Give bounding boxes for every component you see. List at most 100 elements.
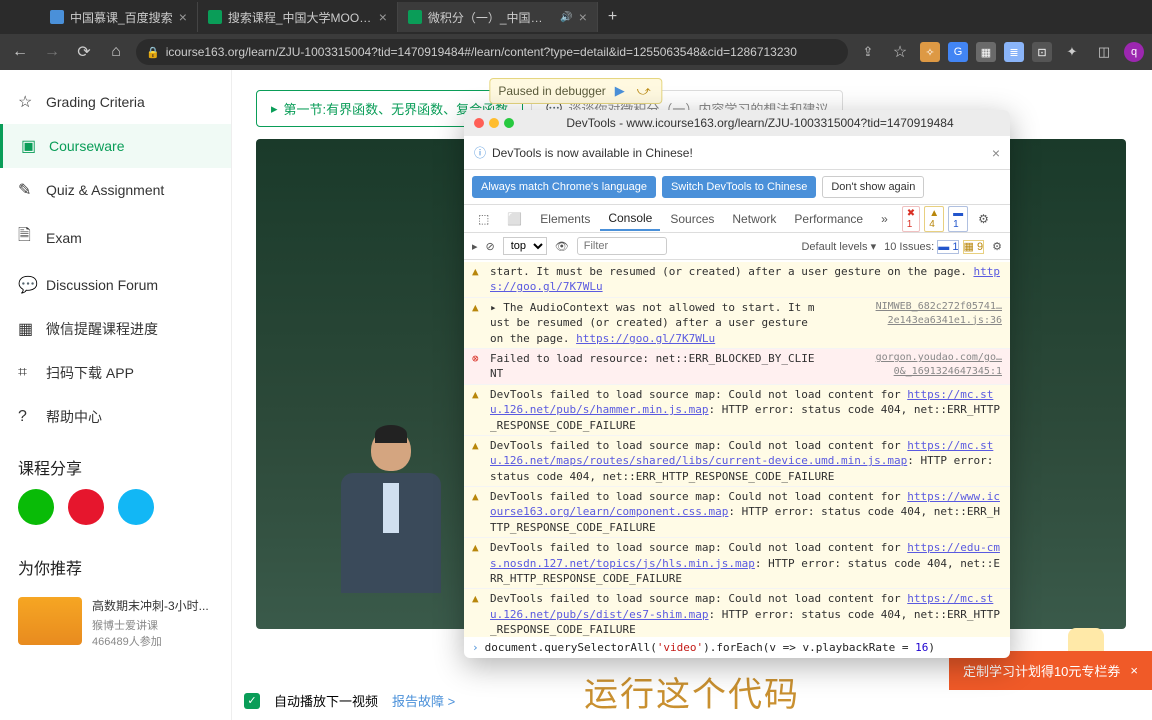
tab-sources[interactable]: Sources <box>662 208 722 230</box>
maximize-window-icon[interactable] <box>504 118 514 128</box>
close-icon[interactable]: × <box>992 145 1000 161</box>
banner-text: DevTools is now available in Chinese! <box>492 146 693 160</box>
sidebar-item-quiz[interactable]: ✎Quiz & Assignment <box>0 168 231 212</box>
extension-icon[interactable]: ✧ <box>920 42 940 62</box>
log-link[interactable]: https://mc.stu.126.net/maps/routes/share… <box>490 439 993 467</box>
console-log-row[interactable]: ▲DevTools failed to load source map: Cou… <box>464 589 1010 637</box>
sidepanel-icon[interactable]: ◫ <box>1092 44 1116 60</box>
resume-button[interactable]: ▶ <box>612 83 628 99</box>
close-icon[interactable]: × <box>579 9 587 25</box>
console-log-row[interactable]: ▲DevTools failed to load source map: Cou… <box>464 487 1010 538</box>
dont-show-button[interactable]: Don't show again <box>822 176 924 198</box>
warning-icon: ▲ <box>472 300 484 346</box>
devtools-title-text: DevTools - www.icourse163.org/learn/ZJU-… <box>566 116 953 130</box>
close-icon[interactable]: × <box>179 9 187 25</box>
console-prompt[interactable]: › document.querySelectorAll('video').for… <box>464 637 1010 658</box>
recommend-heading: 为你推荐 <box>0 545 231 589</box>
warn-count-badge[interactable]: ▲ 4 <box>924 206 944 232</box>
more-tabs-icon[interactable]: » <box>873 208 896 230</box>
log-source[interactable]: NIMWEB_682c272f05741…2e143ea6341e1.js:36 <box>822 300 1002 346</box>
close-icon[interactable]: × <box>1130 663 1138 678</box>
clear-console-icon[interactable]: ⊘ <box>486 240 495 253</box>
home-button[interactable]: ⌂ <box>104 43 128 61</box>
close-window-icon[interactable] <box>474 118 484 128</box>
settings-icon[interactable]: ⚙ <box>970 208 997 230</box>
extension-icon[interactable]: ≣ <box>1004 42 1024 62</box>
console-log-row[interactable]: ▲DevTools failed to load source map: Cou… <box>464 385 1010 436</box>
extension-icon[interactable]: G <box>948 42 968 62</box>
always-match-button[interactable]: Always match Chrome's language <box>472 176 656 198</box>
sidebar-item-exam[interactable]: 🗎Exam <box>0 212 231 263</box>
share-icon[interactable]: ⇪ <box>856 44 880 60</box>
console-log-row[interactable]: ▲start. It must be resumed (or created) … <box>464 262 1010 298</box>
extensions-icon[interactable]: ✦ <box>1060 44 1084 60</box>
doc-icon: 🗎 <box>18 224 36 251</box>
warning-icon: ▲ <box>472 264 484 295</box>
sidebar-item-forum[interactable]: 💬Discussion Forum <box>0 263 231 307</box>
issues-button[interactable]: 10 Issues: ▬ 1 ▦ 9 <box>884 240 984 253</box>
forward-button[interactable]: → <box>40 43 64 61</box>
autoplay-checkbox[interactable]: ✓ <box>244 693 260 709</box>
url-input[interactable]: 🔒 icourse163.org/learn/ZJU-1003315004?ti… <box>136 39 848 65</box>
tab-elements[interactable]: Elements <box>532 208 598 230</box>
extension-icon[interactable]: ⊡ <box>1032 42 1052 62</box>
tab-performance[interactable]: Performance <box>786 208 871 230</box>
log-source[interactable]: gorgon.youdao.com/go… 0&_1691324647345:1 <box>822 351 1002 382</box>
context-select[interactable]: top <box>503 237 547 255</box>
console-log-row[interactable]: ▲DevTools failed to load source map: Cou… <box>464 436 1010 487</box>
report-link[interactable]: 报告故障 > <box>392 691 455 710</box>
extension-icon[interactable]: ▦ <box>976 42 996 62</box>
inspect-icon[interactable]: ⬚ <box>470 208 497 230</box>
device-icon[interactable]: ⬜ <box>499 208 530 230</box>
sidebar-item-help[interactable]: ?帮助中心 <box>0 395 231 439</box>
sidebar-toggle-icon[interactable]: ▸ <box>472 240 478 253</box>
step-button[interactable]: ⤻ <box>634 83 654 99</box>
log-link[interactable]: https://www.icourse163.org/learn/compone… <box>490 490 1000 518</box>
sidebar-item-grading[interactable]: ☆Grading Criteria <box>0 80 231 124</box>
console-log-row[interactable]: ▲▸ The AudioContext was not allowed to s… <box>464 298 1010 349</box>
reload-button[interactable]: ⟳ <box>72 42 96 62</box>
browser-tab[interactable]: 中国慕课_百度搜索 × <box>40 2 198 32</box>
log-link[interactable]: https://goo.gl/7K7WLu <box>490 265 1000 293</box>
error-count-badge[interactable]: ✖ 1 <box>902 206 920 232</box>
console-log-row[interactable]: ⊗Failed to load resource: net::ERR_BLOCK… <box>464 349 1010 385</box>
tab-network[interactable]: Network <box>724 208 784 230</box>
log-link[interactable]: https://mc.stu.126.net/pub/s/dist/es7-sh… <box>490 592 993 620</box>
minimize-window-icon[interactable] <box>489 118 499 128</box>
help-icon: ? <box>18 408 36 426</box>
new-tab-button[interactable]: + <box>598 8 627 26</box>
log-link[interactable]: https://goo.gl/7K7WLu <box>576 332 715 345</box>
info-count-badge[interactable]: ▬ 1 <box>948 206 968 232</box>
recommend-item[interactable]: 高数期末冲刺-3小时... 猴博士爱讲课 466489人参加 <box>0 589 231 657</box>
console-log-row[interactable]: ▲DevTools failed to load source map: Cou… <box>464 538 1010 589</box>
profile-icon[interactable]: q <box>1124 42 1144 62</box>
tab-console[interactable]: Console <box>600 207 660 231</box>
switch-chinese-button[interactable]: Switch DevTools to Chinese <box>662 176 816 198</box>
qq-share-icon[interactable] <box>118 489 154 525</box>
back-button[interactable]: ← <box>8 43 32 61</box>
speaker-icon[interactable]: 🔊 <box>560 12 572 23</box>
book-icon: ▣ <box>21 136 39 156</box>
devtools-language-banner: ⓘ DevTools is now available in Chinese! … <box>464 136 1010 170</box>
sidebar-item-wechat[interactable]: ▦微信提醒课程进度 <box>0 307 231 351</box>
close-icon[interactable]: × <box>379 9 387 25</box>
settings-icon[interactable]: ⚙ <box>992 240 1002 253</box>
weibo-share-icon[interactable] <box>68 489 104 525</box>
menu-icon[interactable]: ⋮ <box>999 208 1010 230</box>
sidebar-item-courseware[interactable]: ▣Courseware <box>0 124 231 168</box>
lock-icon: 🔒 <box>146 46 160 59</box>
url-text: icourse163.org/learn/ZJU-1003315004?tid=… <box>166 45 797 59</box>
log-link[interactable]: https://mc.stu.126.net/pub/s/hammer.min.… <box>490 388 993 416</box>
console-output[interactable]: ▲start. It must be resumed (or created) … <box>464 260 1010 637</box>
promo-text: 定制学习计划得10元专栏券 <box>963 661 1120 680</box>
filter-input[interactable] <box>577 237 667 255</box>
levels-dropdown[interactable]: Default levels ▾ <box>801 240 876 253</box>
wechat-share-icon[interactable] <box>18 489 54 525</box>
star-icon[interactable]: ☆ <box>888 42 912 62</box>
browser-tab-active[interactable]: 微积分（一）_中国大学MO... 🔊 × <box>398 2 598 32</box>
eye-icon[interactable]: 👁 <box>555 240 569 253</box>
browser-tab[interactable]: 搜索课程_中国大学MOOC(慕课) × <box>198 2 398 32</box>
devtools-titlebar[interactable]: DevTools - www.icourse163.org/learn/ZJU-… <box>464 110 1010 136</box>
log-link[interactable]: https://edu-cms.nosdn.127.net/topics/js/… <box>490 541 1000 569</box>
sidebar-item-app[interactable]: ⌗扫码下载 APP <box>0 351 231 395</box>
